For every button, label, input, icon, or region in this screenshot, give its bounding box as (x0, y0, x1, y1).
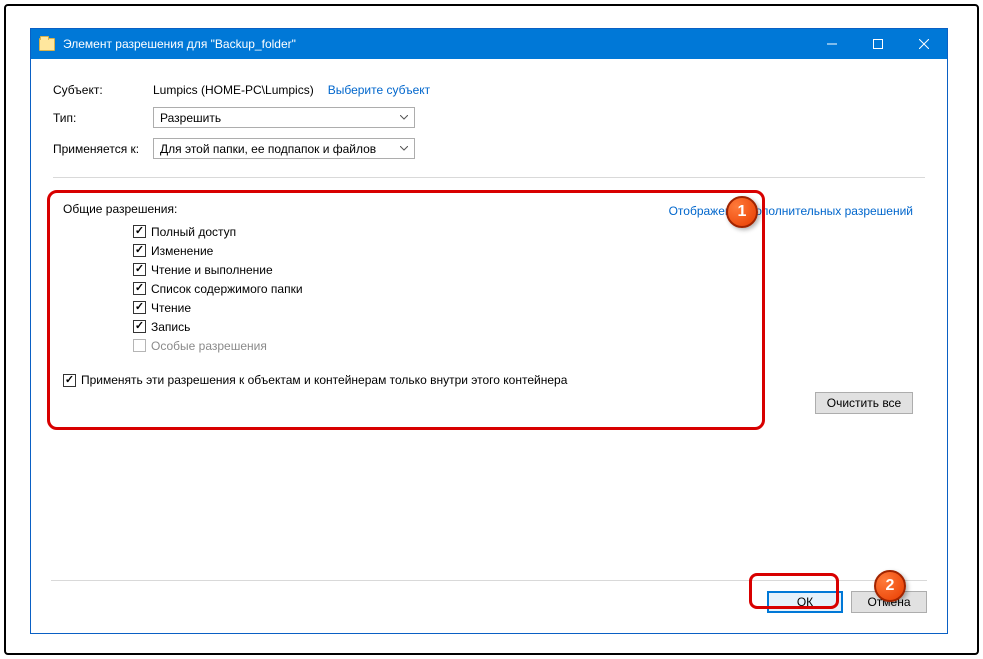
permission-checkbox[interactable] (133, 301, 146, 314)
applies-row: Применяется к: Для этой папки, ее подпап… (53, 138, 925, 159)
permission-label: Чтение и выполнение (151, 263, 273, 277)
permissions-title: Общие разрешения: (63, 202, 753, 216)
clear-all-label: Очистить все (827, 396, 901, 410)
ok-button[interactable]: ОК (767, 591, 843, 613)
header-fields: Субъект: Lumpics (HOME-PC\Lumpics) Выбер… (41, 69, 937, 169)
divider (53, 177, 925, 178)
permission-checkbox[interactable] (133, 320, 146, 333)
clear-all-button[interactable]: Очистить все (815, 392, 913, 414)
type-selected: Разрешить (160, 111, 221, 125)
permission-item: Чтение (133, 298, 753, 317)
permission-checkbox[interactable] (133, 282, 146, 295)
subject-value: Lumpics (HOME-PC\Lumpics) (153, 83, 314, 97)
annotation-badge-1: 1 (726, 196, 758, 228)
permission-checkbox[interactable] (133, 225, 146, 238)
permission-item: Запись (133, 317, 753, 336)
permission-label: Список содержимого папки (151, 282, 303, 296)
applies-label: Применяется к: (53, 142, 153, 156)
folder-icon (39, 38, 55, 51)
permission-label: Запись (151, 320, 190, 334)
select-subject-link[interactable]: Выберите субъект (328, 83, 430, 97)
chevron-down-icon (396, 115, 412, 120)
permission-label: Изменение (151, 244, 213, 258)
permission-item: Полный доступ (133, 222, 753, 241)
applies-selected: Для этой папки, ее подпапок и файлов (160, 142, 376, 156)
minimize-button[interactable] (809, 29, 855, 59)
apply-only-checkbox[interactable] (63, 374, 76, 387)
permission-label: Чтение (151, 301, 191, 315)
permission-label: Особые разрешения (151, 339, 267, 353)
permission-item: Особые разрешения (133, 336, 753, 355)
ok-label: ОК (797, 595, 813, 609)
permission-item: Чтение и выполнение (133, 260, 753, 279)
close-button[interactable] (901, 29, 947, 59)
applies-select[interactable]: Для этой папки, ее подпапок и файлов (153, 138, 415, 159)
maximize-button[interactable] (855, 29, 901, 59)
subject-label: Субъект: (53, 83, 153, 97)
type-select[interactable]: Разрешить (153, 107, 415, 128)
permission-entry-dialog: Элемент разрешения для "Backup_folder" С… (30, 28, 948, 634)
apply-only-label: Применять эти разрешения к объектам и ко… (81, 373, 567, 387)
permissions-list: Полный доступ Изменение Чтение и выполнени… (133, 222, 753, 355)
subject-row: Субъект: Lumpics (HOME-PC\Lumpics) Выбер… (53, 83, 925, 97)
permission-checkbox (133, 339, 146, 352)
annotation-badge-2: 2 (874, 570, 906, 602)
type-row: Тип: Разрешить (53, 107, 925, 128)
permission-label: Полный доступ (151, 225, 236, 239)
permission-item: Изменение (133, 241, 753, 260)
permission-item: Список содержимого папки (133, 279, 753, 298)
client-area: Субъект: Lumpics (HOME-PC\Lumpics) Выбер… (41, 69, 937, 623)
window-title: Элемент разрешения для "Backup_folder" (63, 37, 809, 51)
basic-permissions-box: Общие разрешения: Полный доступ Изменение… (53, 184, 763, 405)
permission-checkbox[interactable] (133, 263, 146, 276)
type-label: Тип: (53, 111, 153, 125)
apply-only-row: Применять эти разрешения к объектам и ко… (63, 373, 753, 387)
window-controls (809, 29, 947, 59)
chevron-down-icon (396, 146, 412, 151)
permissions-section: Отображение дополнительных разрешений Об… (53, 184, 925, 405)
footer: ОК Отмена (51, 580, 927, 613)
permission-checkbox[interactable] (133, 244, 146, 257)
titlebar: Элемент разрешения для "Backup_folder" (31, 29, 947, 59)
